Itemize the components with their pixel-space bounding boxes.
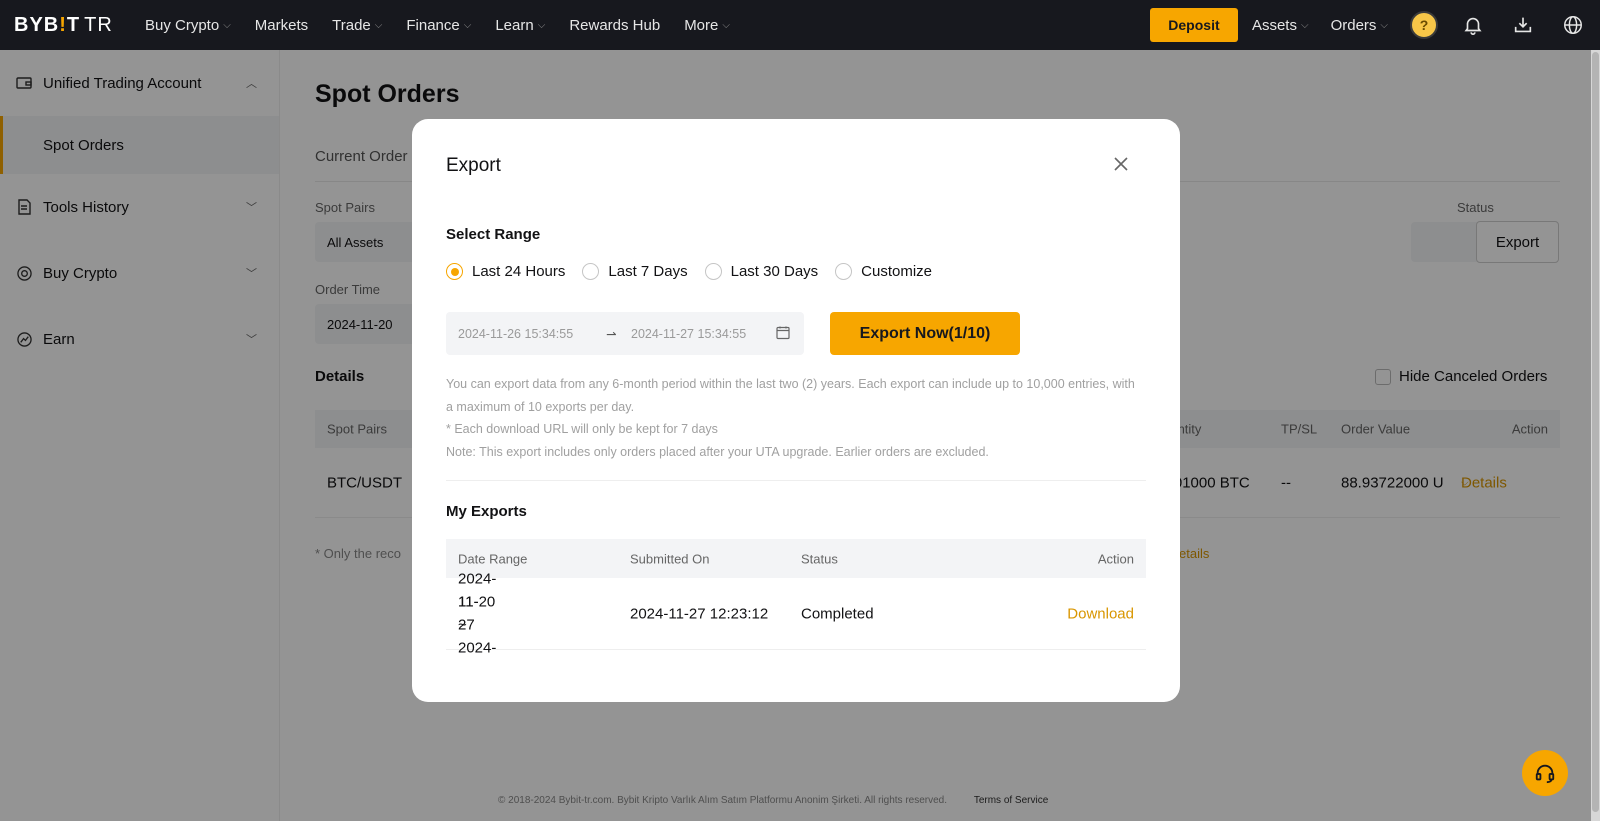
radio-customize[interactable]: Customize [835, 263, 932, 280]
export-now-button[interactable]: Export Now(1/10) [830, 312, 1020, 355]
nav-label: Markets [254, 16, 309, 34]
nav-rewards-hub[interactable]: Rewards Hub [569, 17, 660, 34]
col-date-range: Date Range [458, 551, 528, 566]
nav-label: More [684, 16, 719, 34]
logo-tail: T [66, 13, 81, 36]
table-row: 2024-11-20 ~ 2024- 11-27 2024-11-27 12:23… [446, 571, 1146, 657]
support-chat-button[interactable] [1522, 750, 1568, 796]
date-range-line: 11-27 [458, 593, 479, 634]
nav-label: Trade [332, 16, 371, 34]
nav-label: Orders [1330, 16, 1377, 34]
export-notes: You can export data from any 6-month per… [446, 373, 1136, 463]
calendar-icon[interactable] [776, 325, 790, 342]
nav-assets[interactable]: Assets ⌵ [1252, 17, 1309, 34]
radio-label: Last 30 Days [730, 263, 819, 280]
arrow-right-icon: ⇀ [606, 327, 617, 341]
export-note: Note: This export includes only orders p… [446, 444, 989, 459]
nav-orders[interactable]: Orders ⌵ [1331, 17, 1388, 34]
avatar[interactable]: ? [1410, 11, 1438, 39]
bybit-logo[interactable]: BYB!T TR [14, 14, 119, 37]
chevron-down-icon: ⌵ [1300, 19, 1309, 31]
radio-label: Last 7 Days [608, 263, 688, 280]
radio-label: Last 24 Hours [472, 263, 566, 280]
close-icon[interactable] [1112, 155, 1130, 173]
download-icon[interactable] [1510, 12, 1536, 38]
radio-dot[interactable] [835, 263, 853, 280]
scrollbar-thumb[interactable] [1592, 52, 1599, 812]
nav-buy-crypto[interactable]: Buy Crypto ⌵ [145, 17, 231, 34]
my-exports-title: My Exports [446, 503, 527, 520]
export-note: You can export data from any 6-month per… [446, 377, 1135, 414]
radio-last-7-days[interactable]: Last 7 Days [582, 263, 688, 280]
radio-dot[interactable] [582, 263, 600, 280]
radio-dot[interactable] [704, 263, 722, 280]
logo-text: BYB [14, 13, 60, 36]
export-note: * Each download URL will only be kept fo… [446, 422, 718, 436]
chevron-down-icon: ⌵ [223, 19, 231, 31]
chevron-down-icon: ⌵ [722, 19, 730, 31]
modal-title: Export [446, 155, 501, 176]
nav-label: Finance [406, 16, 460, 34]
nav-markets[interactable]: Markets [255, 17, 308, 34]
cell-status: Completed [801, 605, 874, 622]
bell-icon[interactable] [1460, 12, 1486, 38]
nav-label: Assets [1251, 16, 1297, 34]
chevron-down-icon: ⌵ [374, 19, 383, 31]
logo-suffix: TR [84, 13, 113, 36]
date-end[interactable]: 2024-11-27 15:34:55 [631, 327, 746, 341]
deposit-button[interactable]: Deposit [1149, 8, 1238, 42]
nav-label: Learn [495, 16, 534, 34]
radio-last-24-hours[interactable]: Last 24 Hours [446, 263, 565, 280]
cell-submitted-on: 2024-11-27 12:23:12 [630, 605, 769, 622]
radio-dot[interactable] [446, 263, 463, 280]
chevron-down-icon: ⌵ [1380, 19, 1388, 31]
date-range-picker[interactable]: 2024-11-26 15:34:55 ⇀ 2024-11-27 15:34:5… [446, 312, 804, 355]
download-link[interactable]: Download [1067, 605, 1134, 622]
divider [446, 480, 1146, 481]
nav-finance[interactable]: Finance ⌵ [406, 17, 471, 34]
logo-bang: ! [59, 13, 67, 36]
nav-learn[interactable]: Learn ⌵ [495, 17, 545, 34]
radio-label: Customize [861, 263, 933, 280]
headset-icon [1535, 764, 1555, 784]
chevron-down-icon: ⌵ [537, 19, 546, 31]
range-radio-group: Last 24 Hours Last 7 Days Last 30 Days C… [446, 263, 949, 280]
select-range-label: Select Range [446, 226, 541, 243]
col-status: Status [801, 551, 838, 566]
top-navbar: BYB!T TR Buy Crypto ⌵ Markets Trade ⌵ Finan… [0, 0, 1600, 50]
globe-icon[interactable] [1560, 12, 1586, 38]
nav-trade[interactable]: Trade ⌵ [332, 17, 382, 34]
col-action: Action [1097, 551, 1134, 566]
radio-last-30-days[interactable]: Last 30 Days [704, 263, 819, 280]
col-submitted-on: Submitted On [630, 551, 710, 566]
nav-more[interactable]: More ⌵ [684, 17, 730, 34]
nav-label: Buy Crypto [145, 16, 220, 34]
exports-table-header: Date Range Submitted On Status Action [446, 539, 1146, 578]
chevron-down-icon: ⌵ [463, 19, 472, 31]
export-modal: Export Select Range Last 24 Hours Last 7… [412, 119, 1180, 702]
nav-label: Rewards Hub [569, 16, 661, 34]
date-start[interactable]: 2024-11-26 15:34:55 [458, 327, 573, 341]
